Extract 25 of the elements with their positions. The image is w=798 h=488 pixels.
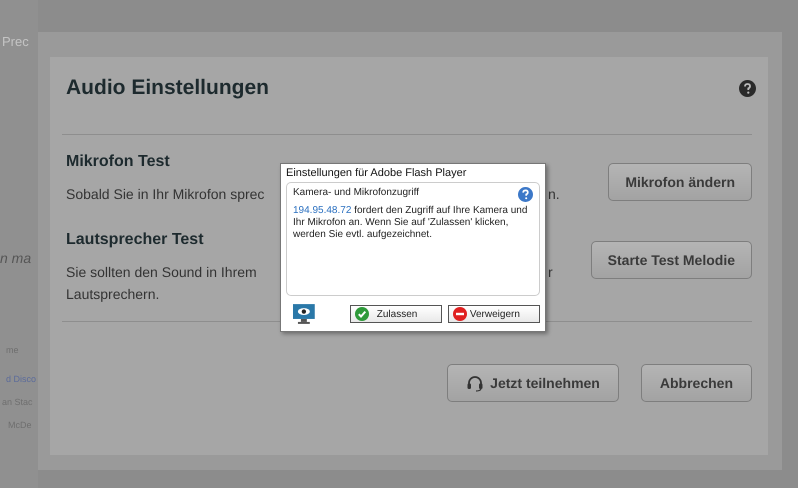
prompt-title: Einstellungen für Adobe Flash Player [286, 166, 468, 180]
section-button[interactable]: Starte Test Melodie [590, 241, 752, 279]
help-icon[interactable] [518, 187, 533, 202]
prompt-button[interactable]: Zulassen [350, 305, 442, 323]
help-icon[interactable] [739, 80, 756, 96]
section-text: r [548, 263, 553, 282]
dialog-title: Audio Einstellungen [66, 76, 269, 100]
background-text: n ma [0, 250, 32, 266]
no-entry-icon [452, 307, 467, 321]
action-button[interactable]: Abbrechen [640, 364, 752, 402]
prompt-message: 194.95.48.72 fordert den Zugriff auf Ihre Kamera und Ihr Mikrofon an. Wenn Sie auf 'Zulassen' klicken, werden Sie evtl. aufgezeichnet. [293, 205, 528, 241]
section-heading: Lautsprecher Test [66, 231, 204, 249]
section-button[interactable]: Mikrofon ändern [608, 163, 752, 201]
headset-icon [466, 374, 484, 392]
monitor-eye-icon[interactable] [292, 303, 316, 325]
section-text: Lautsprechern. [66, 285, 160, 304]
section-text: Sie sollten den Sound in Ihrem [66, 263, 258, 282]
check-icon [354, 307, 369, 321]
host-link[interactable]: 194.95.48.72 [293, 205, 352, 216]
prompt-button[interactable]: Verweigern [448, 305, 540, 323]
prompt-heading: Kamera- und Mikrofonzugriff [293, 187, 419, 200]
section-heading: Mikrofon Test [66, 153, 170, 171]
action-button[interactable]: Jetzt teilnehmen [447, 364, 619, 402]
section-text: Sobald Sie in Ihr Mikrofon sprec [66, 185, 266, 204]
section-text: n. [548, 185, 560, 204]
